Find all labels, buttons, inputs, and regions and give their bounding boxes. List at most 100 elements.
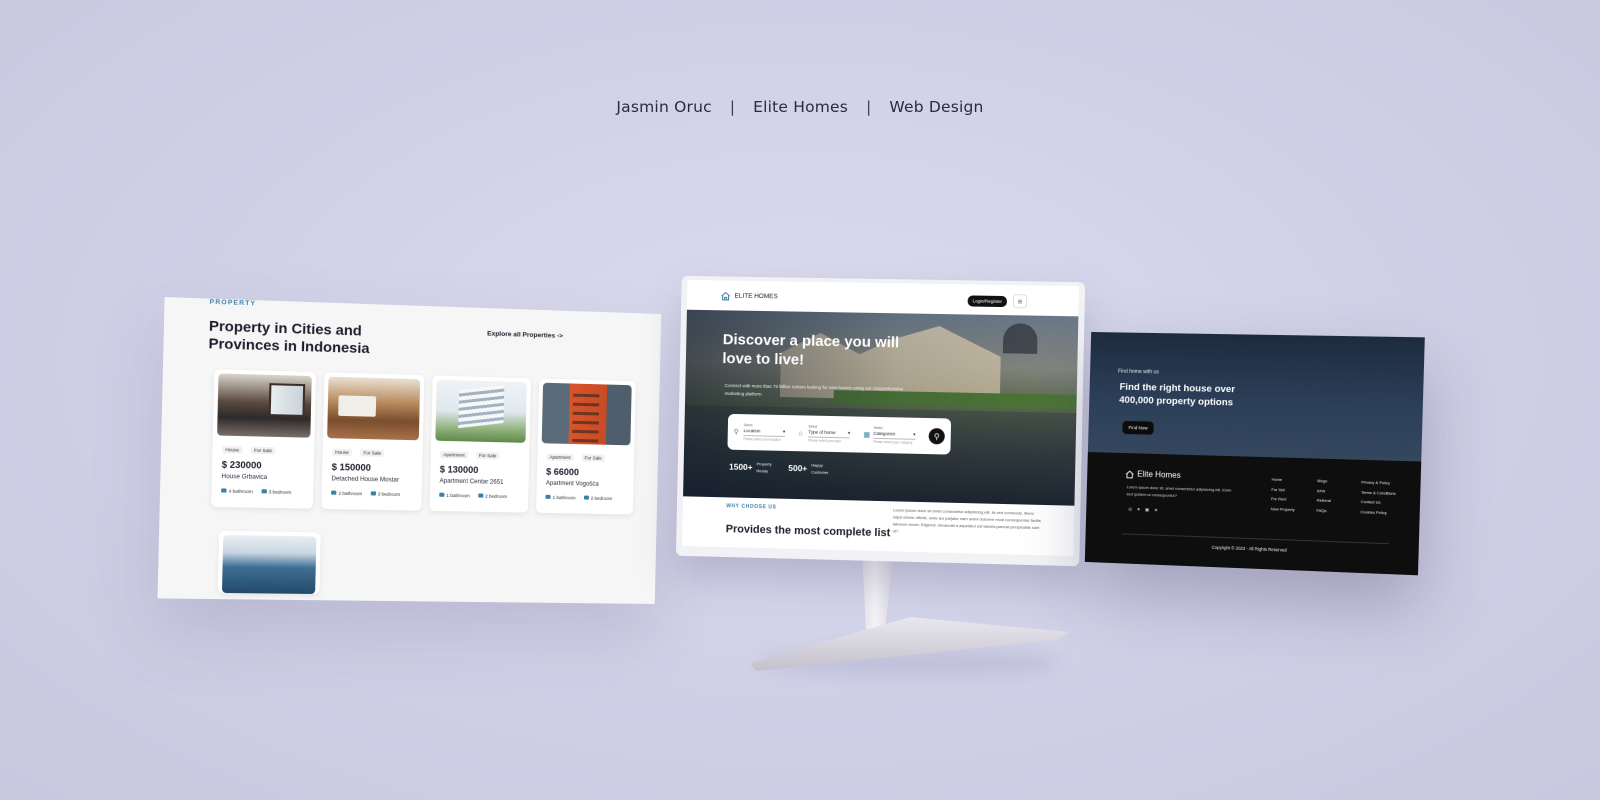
bed-icon: [370, 491, 376, 496]
property-card[interactable]: House For Sale $ 150000 Detached House M…: [321, 372, 425, 511]
footer-link[interactable]: Home: [1272, 478, 1296, 483]
footer-screen: Find home with us Find the right house o…: [1084, 332, 1425, 576]
property-name: Apartment Centar 2651: [439, 478, 504, 486]
bed-icon: [477, 493, 484, 498]
instagram-icon[interactable]: ◎: [1128, 506, 1132, 512]
property-card[interactable]: House For Sale $ 230000 House Grbavica 4…: [211, 369, 317, 509]
explore-all-link[interactable]: Explore all Properties ->: [487, 330, 563, 340]
property-name: Detached House Mostar: [331, 476, 399, 484]
hero-section: Discover a place you will love to live! …: [683, 309, 1079, 506]
location-pin-icon: ⚲: [733, 428, 739, 436]
footer-link[interactable]: Blogs: [1317, 479, 1331, 484]
field-value: Type of home: [808, 429, 836, 436]
footer-link[interactable]: For Sell: [1271, 487, 1295, 492]
footer-link[interactable]: For Rent: [1271, 497, 1295, 502]
property-photo: [435, 379, 527, 443]
field-hint: Please select your location: [743, 437, 782, 442]
category-select[interactable]: ▦ Select Categories ▾ Please select your …: [863, 426, 923, 445]
bed-icon: [583, 495, 589, 500]
field-value: Categories: [873, 430, 896, 437]
house-logo-icon: [1125, 470, 1134, 478]
bedroom-count: 2 bedroom: [583, 495, 612, 501]
hero-title: Discover a place you will love to live!: [722, 331, 900, 369]
project-name: Elite Homes: [753, 98, 849, 116]
property-card[interactable]: [217, 530, 321, 595]
bathroom-count: 4 bathroom: [221, 488, 253, 494]
location-select[interactable]: ⚲ Select Location ▾ Please select your lo…: [734, 423, 793, 442]
property-card[interactable]: Apartment For Sale $ 130000 Apartment Ce…: [429, 375, 531, 513]
header-separator: |: [866, 98, 872, 116]
footer-link[interactable]: New Property: [1271, 507, 1295, 512]
property-name: House Grbavica: [221, 473, 268, 482]
presentation-header: Jasmin Oruc | Elite Homes | Web Design: [0, 98, 1600, 116]
section-title: Property in Cities and Provinces in Indo…: [208, 317, 370, 357]
telegram-icon[interactable]: ➤: [1154, 507, 1158, 513]
homepage-screen: ELITE HOMES Login/Register ≡ Discover a …: [682, 279, 1080, 557]
house-logo-icon: [721, 291, 731, 300]
footer-link[interactable]: Terms & Conditions: [1361, 490, 1396, 495]
project-category: Web Design: [889, 98, 984, 116]
find-now-button[interactable]: Find Now: [1122, 420, 1154, 435]
property-price: $ 130000: [439, 464, 479, 476]
logo-text: ELITE HOMES: [734, 292, 778, 301]
search-icon: ⚲: [933, 431, 940, 441]
footer-brand-name: Elite Homes: [1137, 469, 1181, 480]
search-button[interactable]: ⚲: [928, 428, 945, 445]
stat-property-ready: 1500+ Property Ready: [728, 461, 772, 474]
bathtub-icon: [331, 490, 337, 495]
site-footer: Elite Homes Lorem ipsum dolor sit, amet …: [1084, 451, 1422, 576]
footer-link[interactable]: Referral: [1317, 499, 1331, 504]
chevron-down-icon: ▾: [782, 428, 786, 434]
property-name: Apartment Vogošća: [545, 480, 599, 488]
social-links: ◎ ♥ ▣ ➤: [1128, 506, 1158, 513]
stat-happy-customer: 500+ Happy Customer: [788, 462, 829, 475]
footer-link[interactable]: KPR: [1317, 489, 1331, 494]
footer-description: Lorem ipsum dolor sit, amet consectetur …: [1126, 485, 1232, 498]
field-hint: Please select your type: [808, 438, 842, 444]
property-photo: [327, 376, 421, 441]
header-separator: |: [729, 98, 736, 116]
property-price: $ 66000: [546, 466, 580, 478]
why-paragraph: Lorem ipsum dolor sit amet consectetur a…: [892, 507, 1041, 534]
property-status-tag: For Sale: [581, 454, 605, 462]
grid-icon: ▦: [863, 431, 871, 439]
property-listing-screen: PROPERTY Property in Cities and Province…: [157, 297, 662, 605]
home-type-select[interactable]: ⌂ Select Type of home ▾ Please select you…: [798, 424, 857, 443]
hamburger-menu-icon[interactable]: ≡: [1012, 294, 1028, 309]
chevron-down-icon: ▾: [847, 430, 851, 436]
hero-stats: 1500+ Property Ready 500+ Happy Customer: [729, 460, 835, 476]
footer-link[interactable]: Privacy & Policy: [1361, 480, 1396, 485]
chevron-down-icon: ▾: [913, 431, 916, 437]
site-logo[interactable]: ELITE HOMES: [721, 291, 778, 301]
twitter-icon[interactable]: ♥: [1137, 507, 1140, 513]
section-eyebrow: PROPERTY: [209, 298, 257, 308]
property-status-tag: For Sale: [475, 451, 500, 460]
monitor-frame: ELITE HOMES Login/Register ≡ Discover a …: [675, 275, 1086, 567]
footer-column-main: Home For Sell For Rent New Property: [1271, 478, 1296, 512]
bedroom-count: 2 bedroom: [477, 493, 507, 499]
property-card[interactable]: Apartment For Sale $ 66000 Apartment Vog…: [536, 378, 636, 515]
footer-link[interactable]: FAQs: [1316, 508, 1330, 513]
author-name: Jasmin Oruc: [616, 98, 712, 116]
bathtub-icon: [221, 488, 227, 493]
property-type-tag: Apartment: [440, 450, 468, 459]
property-photo: [217, 373, 312, 438]
footer-column-legal: Privacy & Policy Terms & Conditions Cont…: [1360, 480, 1396, 515]
footer-brand[interactable]: Elite Homes: [1125, 469, 1181, 480]
linkedin-icon[interactable]: ▣: [1145, 507, 1149, 513]
bathroom-count: 1 bathroom: [545, 494, 576, 500]
property-search-bar: ⚲ Select Location ▾ Please select your lo…: [727, 413, 952, 455]
property-type-tag: Apartment: [546, 453, 574, 462]
home-icon: ⌂: [798, 429, 803, 437]
login-register-button[interactable]: Login/Register: [967, 295, 1008, 308]
field-value: Location: [743, 428, 761, 434]
footer-link[interactable]: Cookies Policy: [1360, 510, 1395, 515]
property-type-tag: House: [222, 445, 243, 454]
footer-link[interactable]: Contact Us: [1361, 500, 1396, 505]
property-type-tag: House: [331, 448, 353, 457]
property-status-tag: For Sale: [250, 446, 276, 455]
bedroom-count: 3 bedroom: [261, 489, 291, 495]
property-status-tag: For Sale: [360, 449, 385, 457]
property-price: $ 230000: [221, 459, 262, 471]
bathtub-icon: [439, 492, 445, 497]
